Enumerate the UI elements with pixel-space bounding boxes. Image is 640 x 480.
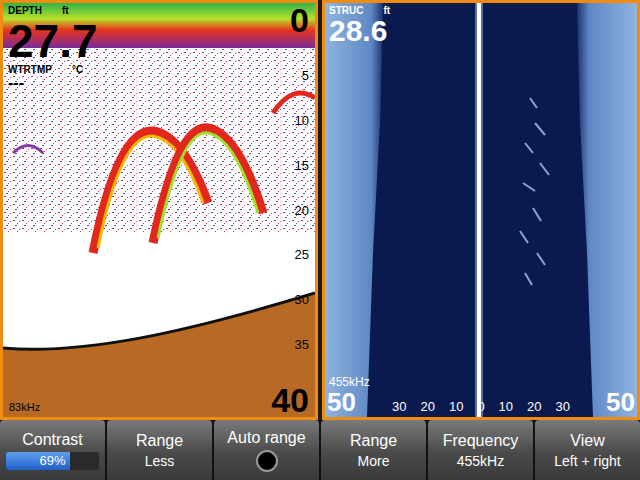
structure-label: STRUC — [329, 5, 363, 16]
depth-tick: 5 — [302, 69, 309, 82]
range-tick: 10 — [499, 400, 513, 413]
sonar-frequency: 83kHz — [9, 401, 40, 413]
range-tick: 30 — [556, 400, 570, 413]
softkey-label: Frequency — [443, 432, 519, 450]
toggle-indicator[interactable] — [256, 450, 278, 472]
fishfinder-screen: DEPTH ft 27.7WTRTMP °C--- 0 5 10 15 20 25 30 35 40 83… — [0, 0, 640, 480]
structure-unit: ft — [383, 5, 390, 16]
softkey-label: Auto range — [227, 429, 305, 447]
depth-tick: 25 — [295, 248, 309, 261]
range-tick: 10 — [449, 400, 463, 413]
depth-label: DEPTH — [8, 5, 42, 16]
softkey[interactable]: View Left + right — [535, 420, 640, 480]
range-tick: 50 — [606, 389, 635, 415]
softkey[interactable]: Frequency 455kHz — [428, 420, 533, 480]
softkey-label: Range — [350, 432, 397, 450]
structure-footer: 455kHz50 30 20 10 0 10 20 30 50 — [327, 375, 635, 415]
depth-tick: 0 — [290, 3, 309, 37]
structure-panel: STRUC ft28.6 455kHz50 30 20 10 0 10 20 30 50 — [322, 0, 640, 420]
softkey-label: Contrast — [22, 431, 82, 449]
range-tick: 30 — [392, 400, 406, 413]
softkey-value: Less — [145, 453, 175, 469]
structure-readout: STRUC ft28.6 — [329, 5, 390, 46]
water-temp-value: --- — [8, 75, 98, 91]
water-temp-unit: °C — [72, 64, 83, 75]
sonar-panel: DEPTH ft 27.7WTRTMP °C--- 0 5 10 15 20 25 30 35 40 83… — [0, 0, 318, 420]
depth-tick: 20 — [295, 204, 309, 217]
softkey-value: 455kHz — [457, 453, 504, 469]
softkey[interactable]: Contrast 69% — [0, 420, 105, 480]
depth-readout: DEPTH ft 27.7WTRTMP °C--- — [8, 5, 98, 91]
softkey-value: Left + right — [554, 453, 621, 469]
depth-tick: 10 — [295, 114, 309, 127]
contrast-value: 69% — [6, 452, 99, 470]
depth-scale: 0 5 10 15 20 25 30 35 40 — [271, 3, 309, 417]
softkey-label: Range — [136, 432, 183, 450]
depth-tick: 15 — [295, 159, 309, 172]
water-temp-label: WTRTMP — [8, 64, 52, 75]
softkey[interactable]: Range More — [321, 420, 426, 480]
range-tick: 20 — [420, 400, 434, 413]
range-scale: 50 30 20 10 0 10 20 30 50 — [327, 389, 635, 415]
range-tick: 50 — [327, 389, 356, 415]
structure-depth: 28.6 — [329, 16, 390, 46]
range-tick: 0 — [477, 400, 484, 413]
softkey-bar: Contrast 69% Range Less Auto range Range More F… — [0, 420, 640, 480]
depth-tick: 30 — [295, 293, 309, 306]
structure-image — [325, 3, 637, 417]
range-tick: 20 — [527, 400, 541, 413]
contrast-bar[interactable]: 69% — [6, 452, 99, 470]
depth-tick: 35 — [295, 338, 309, 351]
depth-value: 27.7 — [8, 18, 98, 64]
softkey[interactable]: Range Less — [107, 420, 212, 480]
softkey[interactable]: Auto range — [214, 420, 319, 480]
panels: DEPTH ft 27.7WTRTMP °C--- 0 5 10 15 20 25 30 35 40 83… — [0, 0, 640, 420]
depth-unit: ft — [62, 5, 69, 16]
depth-tick: 40 — [271, 383, 309, 417]
range-ticks: 30 20 10 0 10 20 30 — [392, 400, 570, 415]
softkey-label: View — [570, 432, 604, 450]
structure-frequency: 455kHz — [327, 375, 635, 389]
softkey-value: More — [358, 453, 390, 469]
